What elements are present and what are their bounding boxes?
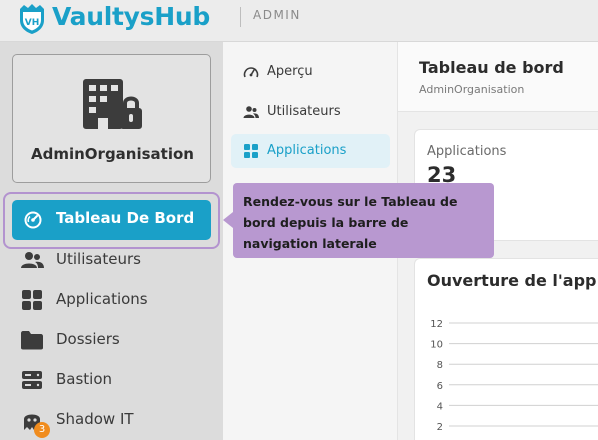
- y-tick-label: 6: [437, 381, 443, 392]
- header-section-label: ADMIN: [253, 8, 301, 22]
- onboarding-tooltip: Rendez-vous sur le Tableau de bord depui…: [233, 183, 494, 258]
- sidebar-item-label: Dossiers: [56, 330, 120, 348]
- y-tick-label: 8: [437, 360, 443, 371]
- sidebar-item-shadow-it[interactable]: 3 Shadow IT: [12, 405, 211, 438]
- sidebar-item-label: Utilisateurs: [56, 250, 141, 268]
- server-icon: [22, 371, 42, 389]
- gauge-icon: [243, 67, 259, 78]
- y-tick-label: 4: [437, 401, 443, 412]
- app-opening-chart-card: Ouverture de l'app 12 10 8 6 4 2: [414, 258, 598, 440]
- page-header: Tableau de bord AdminOrganisation: [398, 42, 598, 112]
- users-icon: [243, 106, 259, 118]
- tooltip-arrow: [223, 212, 233, 228]
- sidebar-item-dossiers[interactable]: Dossiers: [12, 325, 211, 355]
- vaultyshub-logo-icon[interactable]: VH: [17, 3, 47, 35]
- subnav-item-label: Aperçu: [267, 64, 313, 79]
- organisation-card[interactable]: AdminOrganisation: [12, 54, 211, 183]
- sidebar-item-bastion[interactable]: Bastion: [12, 365, 211, 395]
- stat-label: Applications: [427, 144, 507, 159]
- subnav-item-applications[interactable]: Applications: [231, 134, 390, 168]
- apps-grid-icon: [22, 290, 42, 310]
- subnav-item-utilisateurs[interactable]: Utilisateurs: [231, 95, 390, 129]
- folder-icon: [21, 331, 43, 350]
- y-tick-label: 10: [430, 340, 443, 351]
- app-opening-chart: 12 10 8 6 4 2: [430, 319, 598, 433]
- sidebar-item-label: Applications: [56, 290, 148, 308]
- sidebar-item-label: Shadow IT: [56, 410, 134, 428]
- apps-grid-icon: [244, 144, 258, 158]
- y-tick-label: 12: [430, 319, 443, 330]
- organisation-name: AdminOrganisation: [31, 145, 194, 163]
- logo-badge-text: VH: [25, 18, 40, 28]
- building-lock-icon: [83, 79, 142, 129]
- subnav-item-label: Utilisateurs: [267, 104, 341, 119]
- sidebar-item-utilisateurs[interactable]: Utilisateurs: [12, 245, 211, 275]
- sidebar-item-applications[interactable]: Applications: [12, 285, 211, 315]
- sidebar-item-label: Bastion: [56, 370, 113, 388]
- subnav-item-apercu[interactable]: Aperçu: [231, 55, 390, 89]
- dashboard-gauge-icon: [24, 211, 42, 229]
- top-header: VH VaultysHub ADMIN: [0, 0, 598, 42]
- shadow-it-count-badge: 3: [34, 422, 50, 438]
- brand-name[interactable]: VaultysHub: [52, 2, 210, 31]
- subnav-item-label: Applications: [267, 143, 347, 158]
- sidebar-item-tableau-de-bord[interactable]: Tableau De Bord: [12, 200, 211, 240]
- page-subtitle: AdminOrganisation: [419, 83, 525, 96]
- y-tick-label: 2: [437, 422, 443, 433]
- users-icon: [21, 252, 44, 268]
- header-divider: [240, 7, 241, 27]
- sidebar-item-label: Tableau De Bord: [56, 209, 195, 227]
- page-title: Tableau de bord: [419, 58, 564, 77]
- left-sidebar: AdminOrganisation Tableau De Bord Utilis…: [0, 42, 223, 440]
- tooltip-text: Rendez-vous sur le Tableau de bord depui…: [243, 194, 458, 251]
